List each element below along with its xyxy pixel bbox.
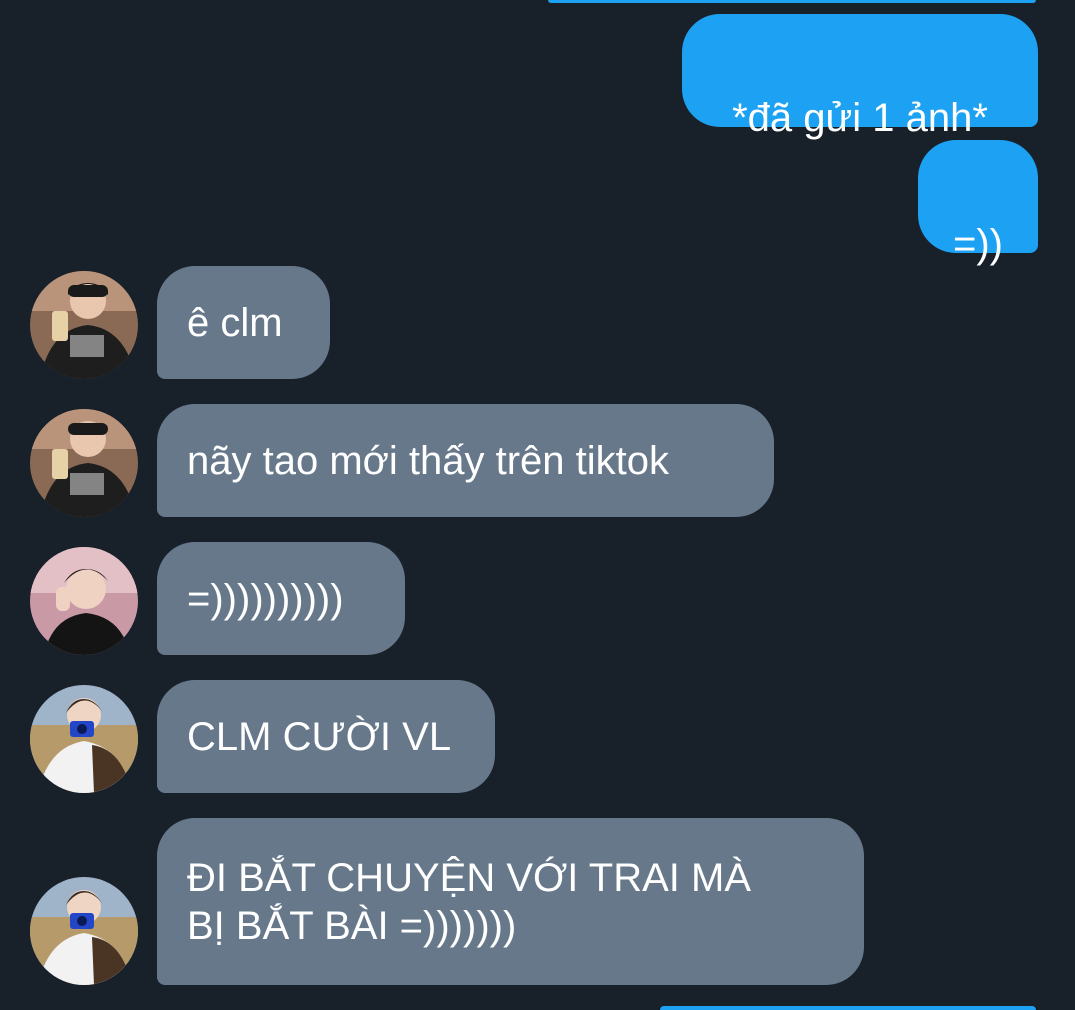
outgoing-message-bubble[interactable]: =)) bbox=[918, 140, 1038, 266]
user-c-avatar[interactable] bbox=[30, 685, 138, 793]
user-a-avatar-image bbox=[30, 271, 138, 379]
incoming-message-bubble[interactable]: nãy tao mới thấy trên tiktok bbox=[157, 404, 774, 517]
message-text: CLM CƯỜI VL bbox=[187, 714, 452, 759]
user-c-avatar-image bbox=[30, 685, 138, 793]
outgoing-message-bubble[interactable]: *đã gửi 1 ảnh* bbox=[682, 14, 1038, 140]
incoming-message-bubble[interactable]: =)))))))))) bbox=[157, 542, 405, 655]
message-text: nãy tao mới thấy trên tiktok bbox=[187, 438, 669, 483]
incoming-message-bubble[interactable]: ê clm bbox=[157, 266, 330, 379]
message-text: ĐI BẮT CHUYỆN VỚI TRAI MÀ BỊ BẮT BÀI =))… bbox=[187, 855, 752, 948]
incoming-message-bubble[interactable]: CLM CƯỜI VL bbox=[157, 680, 495, 793]
message-text: =)))))))))) bbox=[187, 576, 344, 621]
user-a-avatar[interactable] bbox=[30, 271, 138, 379]
user-c-avatar[interactable] bbox=[30, 877, 138, 985]
message-text: *đã gửi 1 ảnh* bbox=[732, 96, 988, 140]
user-c-avatar-image bbox=[30, 877, 138, 985]
user-a-avatar[interactable] bbox=[30, 409, 138, 517]
previous-message-bubble-edge bbox=[548, 0, 1036, 3]
user-b-avatar[interactable] bbox=[30, 547, 138, 655]
message-text: ê clm bbox=[187, 300, 283, 345]
message-text: =)) bbox=[953, 222, 1003, 266]
user-b-avatar-image bbox=[30, 547, 138, 655]
user-a-avatar-image bbox=[30, 409, 138, 517]
chat-thread: *đã gửi 1 ảnh* =)) ê clm nãy tao mới thấ… bbox=[0, 0, 1075, 1010]
incoming-message-bubble[interactable]: ĐI BẮT CHUYỆN VỚI TRAI MÀ BỊ BẮT BÀI =))… bbox=[157, 818, 864, 985]
next-message-bubble-edge bbox=[660, 1006, 1036, 1010]
